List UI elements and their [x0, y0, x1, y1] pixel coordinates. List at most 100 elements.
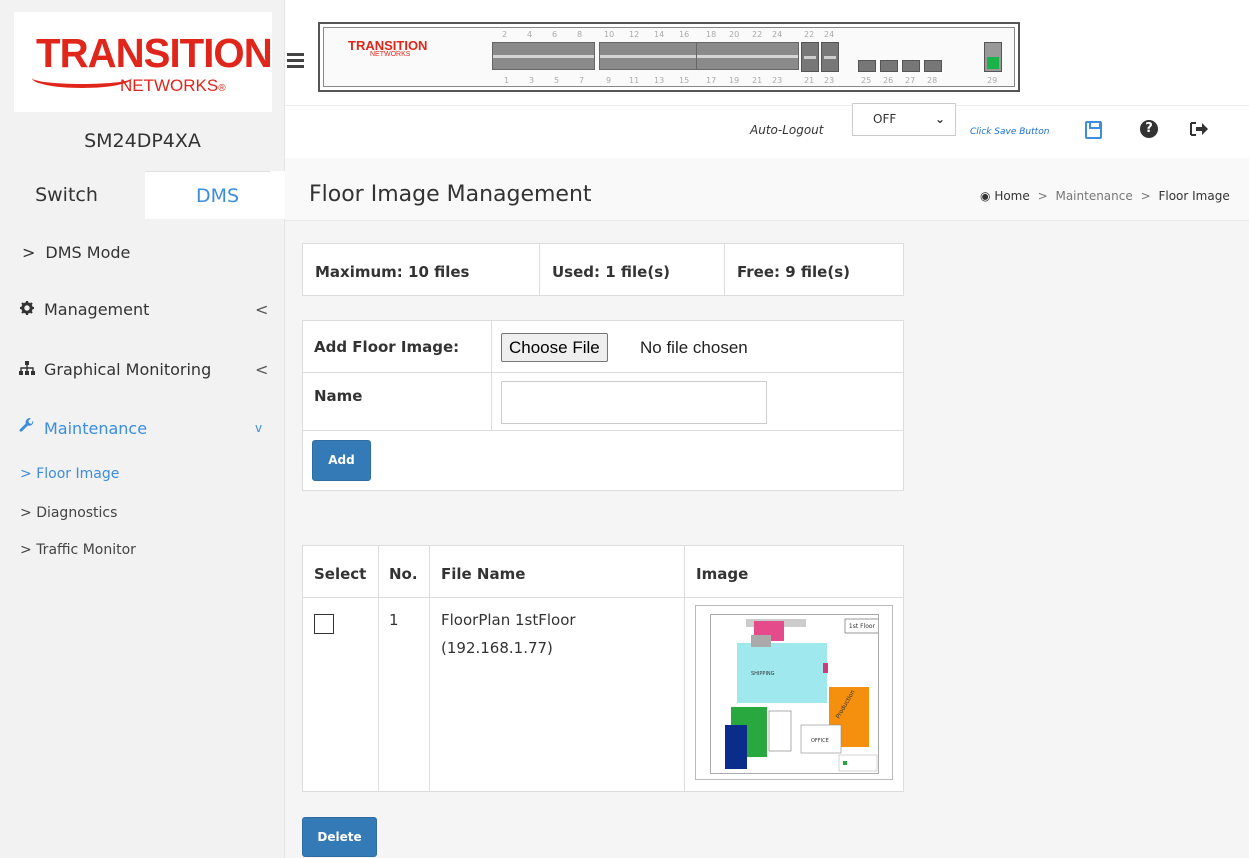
auto-logout-select[interactable]: OFF ⌄ — [852, 103, 956, 136]
port-21-22[interactable] — [801, 42, 819, 72]
port-number: 8 — [577, 30, 583, 39]
port-number: 6 — [552, 30, 558, 39]
brand-logo[interactable]: TRANSITION NETWORKS® — [14, 12, 273, 112]
wrench-icon — [18, 418, 36, 438]
port-number: 14 — [654, 30, 665, 39]
row-number: 1 — [389, 611, 399, 629]
submenu-item-diagnostics[interactable]: > Diagnostics — [20, 505, 117, 521]
chevron-right-icon: > — [22, 243, 36, 262]
port-group-17-20[interactable] — [696, 42, 799, 70]
breadcrumb: ◉ Home > Maintenance > Floor Image — [980, 189, 1230, 203]
port-number: 19 — [729, 76, 740, 85]
divider — [429, 546, 430, 791]
device-name: SM24DP4XA — [84, 130, 201, 152]
chevron-right-icon: > — [20, 505, 32, 521]
port-number: 16 — [679, 30, 690, 39]
menu-item-label: DMS Mode — [45, 243, 131, 262]
switch-front-panel: TRANSITION NETWORKS 2 4 6 8 10 12 14 16 1… — [318, 22, 1020, 92]
port-number: 17 — [706, 76, 717, 85]
thumb-room-label: SHIPPING — [751, 671, 775, 677]
port-28[interactable] — [924, 60, 942, 72]
submenu-item-label: Traffic Monitor — [36, 542, 136, 558]
tab-switch[interactable]: Switch — [0, 171, 145, 219]
sidebar-tabs: Switch DMS — [0, 171, 285, 219]
port-group-1-8[interactable] — [492, 42, 595, 70]
port-number: 23 — [824, 76, 835, 85]
submenu-item-label: Diagnostics — [36, 505, 118, 521]
submenu-item-traffic-monitor[interactable]: > Traffic Monitor — [20, 542, 136, 558]
row-file-name: FloorPlan 1stFloor (192.168.1.77) — [441, 611, 576, 657]
port-26[interactable] — [880, 60, 898, 72]
thumb-floor-label: 1st Floor — [849, 623, 876, 630]
floor-image-thumbnail[interactable]: 1st Floor SHIPPING Production OFFICE — [695, 605, 893, 780]
port-number: 13 — [654, 76, 665, 85]
port-number: 10 — [604, 30, 615, 39]
table-header-divider — [303, 597, 903, 598]
thumb-office-label: OFFICE — [811, 738, 829, 744]
port-number: 18 — [706, 30, 717, 39]
submenu-item-floor-image[interactable]: > Floor Image — [20, 466, 119, 482]
add-floor-image-label: Add Floor Image: — [314, 338, 460, 356]
chevron-left-icon: < — [255, 360, 269, 379]
dashboard-icon: ◉ — [980, 189, 991, 203]
column-header-no: No. — [389, 565, 418, 583]
tab-dms[interactable]: DMS — [145, 171, 270, 219]
submenu-item-label: Floor Image — [36, 466, 120, 482]
port-number: 11 — [629, 76, 640, 85]
save-icon[interactable] — [1085, 121, 1102, 139]
divider — [303, 372, 903, 373]
help-icon[interactable]: ? — [1140, 120, 1158, 138]
choose-file-button[interactable]: Choose File — [501, 333, 608, 362]
menu-item-management[interactable]: Management < — [18, 300, 268, 319]
port-number: 22 — [752, 30, 763, 39]
port-number: 24 — [824, 30, 835, 39]
port-number: 15 — [679, 76, 690, 85]
menu-item-label: Graphical Monitoring — [44, 360, 212, 379]
port-group-9-16[interactable] — [599, 42, 702, 70]
port-number: 21 — [804, 76, 815, 85]
panel-logo: TRANSITION NETWORKS — [348, 38, 428, 58]
tab-fill — [270, 171, 285, 219]
port-number: 7 — [579, 76, 585, 85]
port-25[interactable] — [858, 60, 876, 72]
menu-item-dms-mode[interactable]: > DMS Mode — [22, 243, 130, 262]
port-number: 3 — [529, 76, 535, 85]
delete-button[interactable]: Delete — [302, 817, 377, 857]
auto-logout-label: Auto-Logout — [750, 123, 824, 137]
menu-item-maintenance[interactable]: Maintenance v — [18, 418, 262, 438]
port-number: 27 — [905, 76, 916, 85]
menu-item-label: Maintenance — [44, 418, 148, 438]
breadcrumb-home[interactable]: Home — [994, 189, 1029, 203]
file-status-text: No file chosen — [640, 338, 748, 357]
port-number: 5 — [554, 76, 560, 85]
breadcrumb-separator: > — [1037, 189, 1048, 203]
port-number: 24 — [772, 30, 783, 39]
port-23-24[interactable] — [821, 42, 839, 72]
divider — [724, 244, 725, 295]
name-input[interactable] — [501, 381, 767, 424]
port-number: 2 — [502, 30, 508, 39]
save-hint-text: Click Save Button — [970, 127, 1050, 137]
chevron-down-icon: ⌄ — [934, 112, 945, 126]
floor-plan-image: 1st Floor SHIPPING Production OFFICE — [710, 614, 879, 774]
port-27[interactable] — [902, 60, 920, 72]
port-number: 22 — [804, 30, 815, 39]
port-number: 23 — [772, 76, 783, 85]
logout-icon[interactable] — [1190, 118, 1208, 142]
column-header-file-name: File Name — [441, 565, 526, 583]
summary-used: Used: 1 file(s) — [552, 263, 670, 281]
breadcrumb-current: Floor Image — [1158, 189, 1230, 203]
menu-item-graphical-monitoring[interactable]: Graphical Monitoring < — [18, 360, 268, 379]
port-number: 20 — [729, 30, 740, 39]
port-number: 25 — [861, 76, 872, 85]
hamburger-menu-icon[interactable] — [287, 53, 304, 71]
breadcrumb-maintenance[interactable]: Maintenance — [1055, 189, 1132, 203]
row-select-checkbox[interactable] — [314, 614, 334, 634]
column-header-select: Select — [314, 565, 367, 583]
auto-logout-value: OFF — [873, 112, 897, 126]
chevron-left-icon: < — [255, 300, 269, 319]
page-title: Floor Image Management — [309, 182, 592, 207]
port-29-link-up[interactable] — [984, 42, 1002, 72]
add-button[interactable]: Add — [312, 440, 371, 481]
port-number: 12 — [629, 30, 640, 39]
